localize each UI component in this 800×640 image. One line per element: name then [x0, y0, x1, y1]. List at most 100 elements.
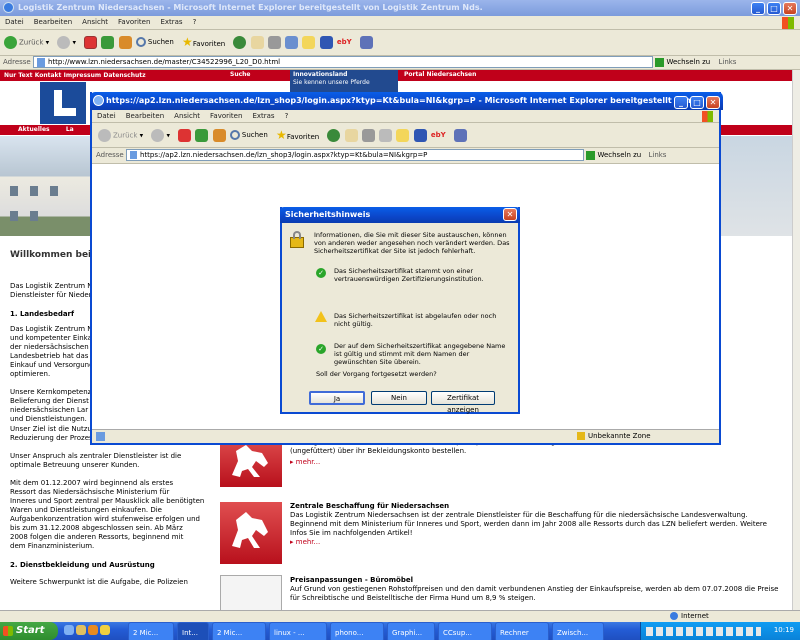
search-button[interactable]: Suchen: [229, 130, 268, 140]
nav-impressum[interactable]: Impressum: [64, 72, 101, 79]
favorites-button[interactable]: ★Favoriten: [276, 128, 319, 142]
popup-title-bar[interactable]: https://ap2.lzn.niedersachsen.de/lzn_sho…: [90, 92, 723, 110]
menu-ansicht[interactable]: Ansicht: [169, 110, 205, 122]
tab-la[interactable]: La: [66, 126, 74, 133]
news-image-2: [220, 502, 282, 564]
close-button[interactable]: ✕: [783, 2, 797, 15]
ie-quick-icon[interactable]: [64, 625, 74, 635]
task-button-mic-2[interactable]: 2 Mic...: [212, 622, 266, 640]
maximize-button[interactable]: □: [767, 2, 781, 15]
news-1-more-link[interactable]: ▸ mehr...: [290, 458, 785, 467]
messenger-icon[interactable]: [396, 128, 410, 142]
innovation-link[interactable]: Innovationsland: [290, 70, 398, 79]
refresh-icon[interactable]: [101, 35, 115, 49]
minimize-button[interactable]: _: [751, 2, 765, 15]
task-button-phono[interactable]: phono...: [330, 622, 384, 640]
news-3-title[interactable]: Preisanpassungen - Büromöbel: [290, 576, 785, 585]
task-button-rechner[interactable]: Rechner: [495, 622, 549, 640]
main-address-bar: Adresse http://www.lzn.niedersachsen.de/…: [0, 56, 800, 70]
menu-datei[interactable]: Datei: [92, 110, 121, 122]
popup-close-button[interactable]: ✕: [706, 96, 720, 109]
favorites-button[interactable]: ★Favoriten: [182, 35, 225, 49]
menu-datei[interactable]: Datei: [0, 16, 29, 29]
task-button-ccsup[interactable]: CCsup...: [438, 622, 492, 640]
outlook-quick-icon[interactable]: [100, 625, 110, 635]
links-button[interactable]: Links: [718, 58, 736, 66]
tab-aktuelles[interactable]: Aktuelles: [18, 126, 50, 133]
back-button[interactable]: Zurück ▾: [98, 128, 143, 142]
media-quick-icon[interactable]: [88, 625, 98, 635]
dialog-intro: Informationen, die Sie mit dieser Site a…: [314, 231, 510, 255]
messenger-icon[interactable]: [302, 35, 316, 49]
mail-icon[interactable]: [250, 35, 264, 49]
popup-links-button[interactable]: Links: [648, 151, 666, 159]
menu-bearbeiten[interactable]: Bearbeiten: [121, 110, 169, 122]
print-icon[interactable]: [267, 35, 281, 49]
yes-button[interactable]: Ja: [309, 391, 365, 405]
star-icon: ★: [276, 128, 287, 142]
task-button-linux[interactable]: linux - ...: [269, 622, 327, 640]
menu-help[interactable]: ?: [188, 16, 202, 29]
view-certificate-button[interactable]: Zertifikat anzeigen: [431, 391, 495, 414]
research-icon[interactable]: [319, 35, 333, 49]
task-button-mic-1[interactable]: 2 Mic...: [128, 622, 174, 640]
main-menu-bar: Datei Bearbeiten Ansicht Favoriten Extras?: [0, 16, 800, 30]
nav-nur-text[interactable]: Nur Text: [4, 72, 32, 79]
research-icon[interactable]: [413, 128, 427, 142]
nav-kontakt[interactable]: Kontakt: [35, 72, 62, 79]
menu-ansicht[interactable]: Ansicht: [77, 16, 113, 29]
dialog-close-button[interactable]: ✕: [503, 208, 517, 221]
news-2-more-link[interactable]: ▸ mehr...: [290, 538, 785, 547]
addon-icon[interactable]: [359, 35, 373, 49]
menu-bearbeiten[interactable]: Bearbeiten: [29, 16, 77, 29]
section-dienstbekleidung: 2. Dienstbekleidung und Ausrüstung: [10, 561, 155, 569]
menu-extras[interactable]: Extras: [155, 16, 187, 29]
dialog-item-trusted: Das Sicherheitszertifikat stammt von ein…: [334, 267, 484, 283]
ebay-icon[interactable]: ebY: [337, 38, 352, 46]
forward-button[interactable]: ▾: [151, 128, 170, 142]
go-button[interactable]: Wechseln zu: [655, 57, 710, 67]
ebay-icon[interactable]: ebY: [431, 131, 446, 139]
menu-favoriten[interactable]: Favoriten: [205, 110, 247, 122]
tray-icons[interactable]: [646, 627, 761, 636]
back-button[interactable]: Zurück ▾: [4, 35, 49, 49]
task-button-zwisch[interactable]: Zwisch...: [552, 622, 604, 640]
history-icon[interactable]: [233, 35, 247, 49]
refresh-icon[interactable]: [195, 128, 209, 142]
search-button[interactable]: Suchen: [135, 37, 174, 47]
news-2-title[interactable]: Zentrale Beschaffung für Niedersachsen: [290, 502, 785, 511]
history-icon[interactable]: [327, 128, 341, 142]
no-button[interactable]: Nein: [371, 391, 427, 405]
portal-link[interactable]: Portal Niedersachsen: [404, 71, 476, 78]
popup-maximize-button[interactable]: □: [690, 96, 704, 109]
menu-favoriten[interactable]: Favoriten: [113, 16, 155, 29]
stop-icon[interactable]: [178, 128, 192, 142]
forward-button[interactable]: ▾: [57, 35, 76, 49]
news-2-text: Das Logistik Zentrum Niedersachsen ist d…: [290, 511, 767, 537]
print-icon[interactable]: [361, 128, 375, 142]
menu-extras[interactable]: Extras: [247, 110, 279, 122]
home-icon[interactable]: [118, 35, 132, 49]
desktop-quick-icon[interactable]: [76, 625, 86, 635]
popup-address-field[interactable]: https://ap2.lzn.niedersachsen.de/lzn_sho…: [125, 149, 584, 161]
clock[interactable]: 10:19: [774, 626, 794, 634]
nav-datenschutz[interactable]: Datenschutz: [103, 72, 145, 79]
popup-address-bar: Adresse https://ap2.lzn.niedersachsen.de…: [92, 148, 719, 164]
task-button-internet[interactable]: Int...: [177, 622, 209, 640]
home-icon[interactable]: [212, 128, 226, 142]
popup-minimize-button[interactable]: _: [674, 96, 688, 109]
menu-help[interactable]: ?: [280, 110, 294, 122]
mail-icon[interactable]: [344, 128, 358, 142]
main-scrollbar[interactable]: [792, 70, 800, 610]
search-nav-link[interactable]: Suche: [230, 71, 251, 78]
start-button[interactable]: Start: [0, 622, 58, 640]
edit-icon[interactable]: [379, 128, 393, 142]
edit-icon[interactable]: [285, 35, 299, 49]
dialog-title-bar[interactable]: Sicherheitshinweis ✕: [280, 207, 520, 223]
addon-icon[interactable]: [453, 128, 467, 142]
task-button-graphic[interactable]: Graphi...: [387, 622, 435, 640]
stop-icon[interactable]: [84, 35, 98, 49]
address-field[interactable]: http://www.lzn.niedersachsen.de/master/C…: [32, 56, 653, 68]
main-title-bar[interactable]: Logistik Zentrum Niedersachsen - Microso…: [0, 0, 800, 16]
popup-go-button[interactable]: Wechseln zu: [586, 150, 641, 160]
